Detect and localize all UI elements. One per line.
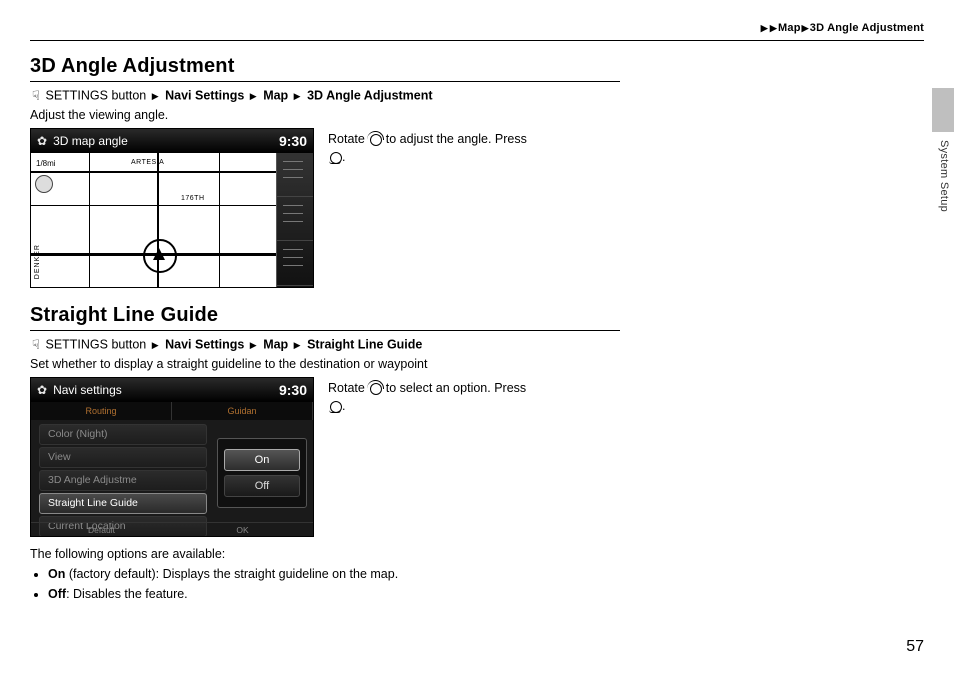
settings-list: Color (Night) View 3D Angle Adjustme Str… (39, 424, 207, 537)
content-column: 3D Angle Adjustment ☟ SETTINGS button ▶ … (30, 55, 620, 607)
figure-row-2: ✿ Navi settings 9:30 Routing Guidan Colo… (30, 377, 620, 537)
chevron-right-icon: ▶ (294, 340, 301, 351)
road-line (89, 153, 90, 287)
chevron-right-icon: ▶ (250, 91, 257, 102)
nav-root: SETTINGS button (45, 337, 146, 351)
lead-text: Adjust the viewing angle. (30, 108, 620, 122)
screenshot-body: Routing Guidan Color (Night) View 3D Ang… (31, 402, 313, 536)
chevron-right-icon: ▶ (802, 23, 809, 34)
options-list: On (factory default): Displays the strai… (34, 567, 620, 601)
chevron-right-icon: ▶ (294, 91, 301, 102)
breadcrumb-level2: 3D Angle Adjustment (810, 22, 924, 34)
hand-icon: ☟ (30, 337, 42, 353)
footer-default: Default (31, 522, 172, 536)
instruction-text: Rotate to select an option. Press . (328, 377, 526, 415)
list-item: Color (Night) (39, 424, 207, 445)
option-item-on: On (factory default): Displays the strai… (48, 567, 620, 581)
tab-routing: Routing (31, 402, 172, 420)
side-tab-label: System Setup (938, 140, 950, 212)
list-item: View (39, 447, 207, 468)
tab-guidance: Guidan (172, 402, 313, 420)
option-note: (factory default): Displays the straight… (65, 567, 398, 581)
road-line (31, 171, 277, 173)
nav-step2: Map (263, 88, 288, 102)
section-title-straight-line: Straight Line Guide (30, 304, 620, 331)
compass-icon (35, 175, 53, 193)
page-number: 57 (906, 638, 924, 656)
settings-tabs: Routing Guidan (31, 402, 313, 420)
breadcrumb-level1: Map (778, 22, 801, 34)
road-line (31, 205, 277, 206)
nav-step3: Straight Line Guide (307, 337, 422, 351)
screenshot-title: 3D map angle (53, 134, 128, 148)
nav-path-straight-line: ☟ SETTINGS button ▶ Navi Settings ▶ Map … (30, 337, 620, 353)
nav-step1: Navi Settings (165, 337, 244, 351)
instr-post: . (342, 399, 345, 413)
map-area: 1/8mi ARTESIA 176TH DENKER (31, 153, 277, 287)
screenshot-3d-map-angle: ✿ 3D map angle 9:30 1/8mi ARTESIA 176TH (30, 128, 314, 288)
press-dial-icon (328, 151, 342, 163)
page: ▶▶Map▶3D Angle Adjustment System Setup 3… (0, 0, 954, 674)
instr-pre: Rotate (328, 132, 368, 146)
list-item-selected: Straight Line Guide (39, 493, 207, 514)
chevron-right-icon: ▶ (152, 91, 159, 102)
section-title-3d-angle: 3D Angle Adjustment (30, 55, 620, 82)
instruction-text: Rotate to adjust the angle. Press . (328, 128, 527, 166)
nav-step2: Map (263, 337, 288, 351)
chevron-right-icon: ▶ (250, 340, 257, 351)
side-tab (932, 88, 954, 132)
screenshot-titlebar: ✿ Navi settings 9:30 (31, 378, 313, 402)
lead-text: Set whether to display a straight guidel… (30, 357, 620, 371)
street-label: 176TH (181, 195, 205, 202)
nav-step3: 3D Angle Adjustment (307, 88, 432, 102)
street-label-vert: DENKER (34, 244, 41, 279)
option-label: On (48, 567, 65, 581)
clock-time: 9:30 (279, 382, 307, 398)
gear-icon: ✿ (37, 383, 47, 397)
chevron-right-icon: ▶ (152, 340, 159, 351)
screenshot-titlebar: ✿ 3D map angle 9:30 (31, 129, 313, 153)
map-scale: 1/8mi (35, 159, 57, 168)
hand-icon: ☟ (30, 88, 42, 104)
street-label: ARTESIA (131, 159, 164, 166)
nav-step1: Navi Settings (165, 88, 244, 102)
instr-mid: to adjust the angle. Press (382, 132, 527, 146)
option-item-off: Off: Disables the feature. (48, 587, 620, 601)
screenshot-footer: Default OK (31, 522, 313, 536)
rotate-dial-icon (368, 133, 382, 145)
instr-post: . (342, 150, 345, 164)
gear-icon: ✿ (37, 134, 47, 148)
screenshot-title: Navi settings (53, 383, 122, 397)
nav-path-3d-angle: ☟ SETTINGS button ▶ Navi Settings ▶ Map … (30, 88, 620, 104)
rotate-dial-icon (368, 382, 382, 394)
chevron-right-icon: ▶ (761, 23, 768, 34)
breadcrumb: ▶▶Map▶3D Angle Adjustment (760, 22, 924, 34)
instr-mid: to select an option. Press (382, 381, 526, 395)
instr-pre: Rotate (328, 381, 368, 395)
vehicle-marker-icon (143, 239, 177, 273)
chevron-right-icon: ▶ (770, 23, 777, 34)
screenshot-navi-settings: ✿ Navi settings 9:30 Routing Guidan Colo… (30, 377, 314, 537)
footer-ok: OK (172, 522, 313, 536)
press-dial-icon (328, 400, 342, 412)
nav-root: SETTINGS button (45, 88, 146, 102)
option-label: Off (48, 587, 66, 601)
divider (30, 40, 924, 41)
option-on: On (224, 449, 300, 471)
road-line (219, 153, 220, 287)
figure-row-1: ✿ 3D map angle 9:30 1/8mi ARTESIA 176TH (30, 128, 620, 288)
list-item: 3D Angle Adjustme (39, 470, 207, 491)
option-panel: On Off (217, 438, 307, 508)
options-lead: The following options are available: (30, 547, 620, 561)
clock-time: 9:30 (279, 133, 307, 149)
section-2: Straight Line Guide ☟ SETTINGS button ▶ … (30, 304, 620, 601)
option-off: Off (224, 475, 300, 497)
option-note: : Disables the feature. (66, 587, 188, 601)
angle-slider (276, 153, 313, 287)
